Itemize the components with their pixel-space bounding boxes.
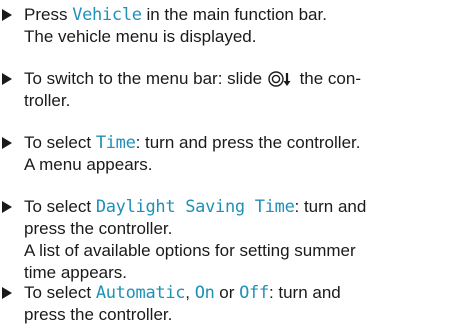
instruction-page: Press Vehicle in the main function bar. …: [0, 0, 471, 328]
controller-slide-down-icon: [268, 71, 294, 87]
step-text-before: To select: [24, 197, 96, 216]
step-arrow-icon: [2, 137, 12, 149]
step-line: To select Time: turn and press the contr…: [24, 132, 471, 154]
step-text: To select Automatic, On or Off: turn and…: [24, 282, 471, 326]
step-text-after: the con-: [294, 69, 361, 88]
step-text-separator: or: [214, 283, 240, 302]
menu-keyword-automatic: Automatic: [95, 283, 186, 303]
step-text-continued: press the controller.: [24, 305, 173, 324]
step-text-before: To select: [24, 133, 96, 152]
step-text: Press Vehicle in the main function bar. …: [24, 4, 471, 48]
menu-keyword-time: Time: [95, 133, 136, 153]
step-text-before: To select: [24, 283, 96, 302]
step-arrow-icon: [2, 287, 12, 299]
step-result-text: A menu appears.: [24, 155, 153, 174]
step-arrow-icon: [2, 201, 12, 213]
step-text-continued: troller.: [24, 91, 71, 110]
menu-keyword-off: Off: [239, 283, 269, 303]
menu-keyword-daylight-saving-time: Daylight Saving Time: [95, 197, 295, 217]
step-text-after: : turn and: [294, 197, 367, 216]
step-result-text: The vehicle menu is displayed.: [24, 27, 257, 46]
step-text-after: : turn and: [268, 283, 341, 302]
step-text-before: Press: [24, 5, 73, 24]
step-arrow-icon: [2, 73, 12, 85]
step-line: To select Daylight Saving Time: turn and: [24, 196, 471, 218]
step-text: To switch to the menu bar: slide the con…: [24, 68, 471, 112]
step-text-continued: press the controller.: [24, 219, 173, 238]
step-line: To select Automatic, On or Off: turn and: [24, 282, 471, 304]
step-text-after: : turn and press the controller.: [135, 133, 361, 152]
menu-keyword-on: On: [194, 283, 215, 303]
step-text-separator: ,: [185, 283, 195, 302]
step-result-text: time appears.: [24, 263, 127, 282]
step-line: To switch to the menu bar: slide the con…: [24, 68, 471, 90]
step-text-after: in the main function bar.: [141, 5, 327, 24]
step-text: To select Time: turn and press the contr…: [24, 132, 471, 176]
menu-keyword-vehicle: Vehicle: [72, 5, 142, 25]
step-arrow-icon: [2, 9, 12, 21]
step-result-text: A list of available options for setting …: [24, 241, 356, 260]
step-text-before: To switch to the menu bar: slide: [24, 69, 267, 88]
step-line: Press Vehicle in the main function bar.: [24, 4, 471, 26]
step-text: To select Daylight Saving Time: turn and…: [24, 196, 471, 284]
